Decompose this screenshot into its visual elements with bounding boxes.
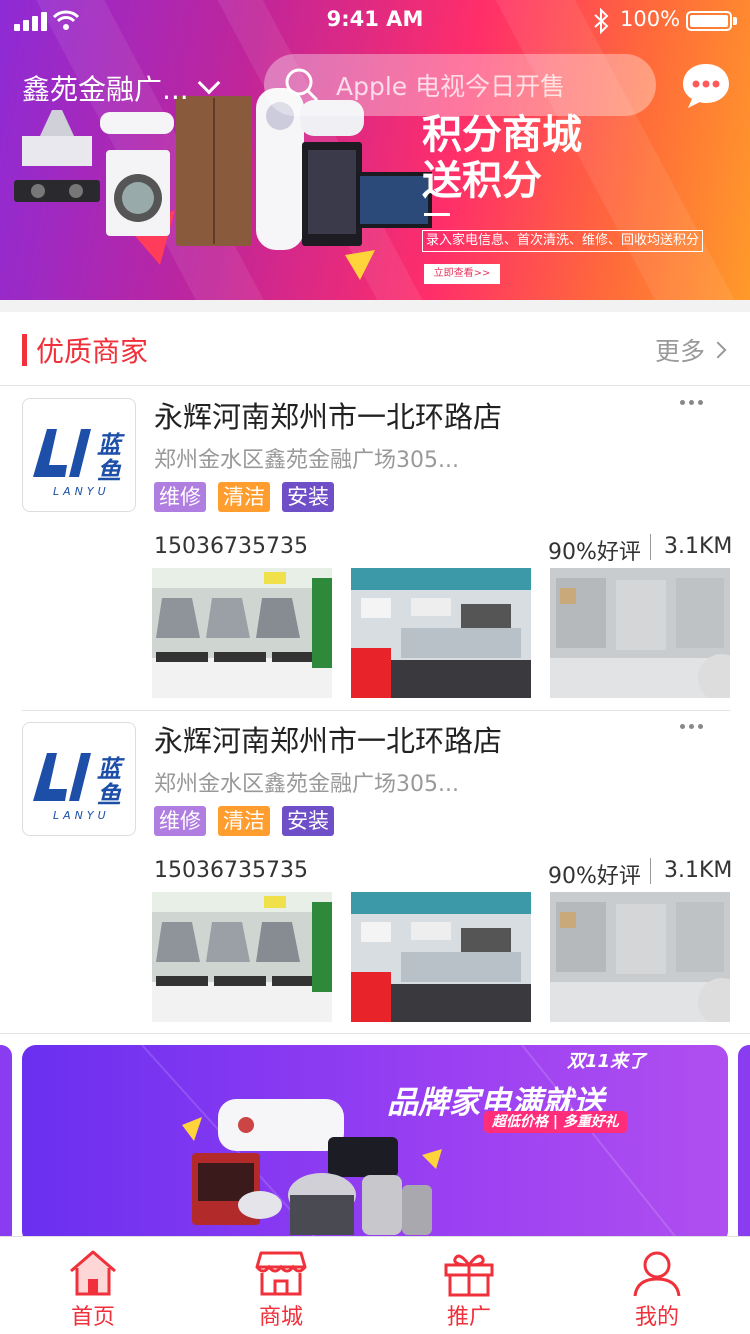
promo-kicker: 双11来了 xyxy=(567,1051,647,1072)
merchant-address: 郑州金水区鑫苑金融广场305... xyxy=(154,448,459,473)
hero-title: 积分商城 送积分 xyxy=(422,112,582,204)
store-photo-2[interactable] xyxy=(351,568,531,698)
merchant-logo: 蓝 鱼 LANYU xyxy=(22,398,136,512)
section-header: 优质商家 更多 xyxy=(0,312,750,386)
lanyu-logo-icon: 蓝 鱼 LANYU xyxy=(33,753,125,822)
store-photo-3[interactable] xyxy=(550,892,730,1022)
tab-home-label: 首页 xyxy=(70,1305,115,1330)
tab-mine[interactable]: 我的 xyxy=(607,1249,707,1331)
home-icon xyxy=(70,1250,116,1296)
chevron-down-icon xyxy=(197,71,221,95)
hero-divider xyxy=(424,213,450,216)
logo-char-2: 鱼 xyxy=(97,781,122,809)
bottom-tab-bar: 首页 商城 推广 我的 xyxy=(0,1236,750,1334)
tab-promote-label: 推广 xyxy=(446,1305,491,1330)
more-link[interactable]: 更多 xyxy=(655,332,705,368)
list-bottom-divider xyxy=(0,1033,750,1034)
tag-repair: 维修 xyxy=(154,482,206,512)
hero-title-line2: 送积分 xyxy=(422,158,542,204)
tab-store[interactable]: 商城 xyxy=(231,1249,331,1331)
lanyu-logo-icon: 蓝 鱼 LANYU xyxy=(33,429,125,498)
logo-char-2: 鱼 xyxy=(97,457,122,485)
user-icon xyxy=(633,1251,681,1297)
battery-cap xyxy=(733,17,737,25)
more-options-icon[interactable] xyxy=(680,400,703,405)
chevron-right-icon[interactable] xyxy=(709,341,727,359)
promo-pill: 超低价格 | 多重好礼 xyxy=(484,1111,627,1133)
merchant-card[interactable]: 蓝 鱼 LANYU 永辉河南郑州市一北环路店 郑州金水区鑫苑金融广场305...… xyxy=(0,386,750,710)
search-input[interactable]: Apple 电视今日开售 xyxy=(264,54,656,116)
card-divider xyxy=(22,710,730,711)
hero-title-line1: 积分商城 xyxy=(422,112,582,158)
hero-banner[interactable]: 9:41 AM 100% 鑫苑金融广... Apple 电视今日开售 积分商城 … xyxy=(0,0,750,300)
section-title: 优质商家 xyxy=(36,335,149,368)
tag-install: 安装 xyxy=(282,806,334,836)
gift-icon xyxy=(444,1254,494,1297)
store-photo-3[interactable] xyxy=(550,568,730,698)
tag-install: 安装 xyxy=(282,482,334,512)
logo-sub: LANYU xyxy=(53,809,110,822)
tab-mine-label: 我的 xyxy=(634,1305,679,1330)
search-placeholder: Apple 电视今日开售 xyxy=(336,72,566,101)
logo-sub: LANYU xyxy=(53,485,110,498)
service-tags: 维修 清洁 安装 xyxy=(154,806,334,836)
tab-home[interactable]: 首页 xyxy=(43,1249,143,1331)
message-icon[interactable] xyxy=(680,60,732,112)
tag-clean: 清洁 xyxy=(218,806,270,836)
battery-percent: 100% xyxy=(620,7,681,31)
store-photo-2[interactable] xyxy=(351,892,531,1022)
store-photo-1[interactable] xyxy=(152,568,332,698)
merchant-phone[interactable]: 15036735735 xyxy=(154,858,308,883)
merchant-rating: 90%好评 xyxy=(548,540,641,565)
merchant-distance: 3.1KM xyxy=(664,858,733,883)
tag-repair: 维修 xyxy=(154,806,206,836)
promo-illustration xyxy=(141,1045,683,1245)
merchant-card[interactable]: 蓝 鱼 LANYU 永辉河南郑州市一北环路店 郑州金水区鑫苑金融广场305...… xyxy=(0,710,750,1034)
section-gap xyxy=(0,300,750,312)
merchant-name[interactable]: 永辉河南郑州市一北环路店 xyxy=(154,718,502,760)
tab-store-label: 商城 xyxy=(258,1305,303,1330)
merchant-phone[interactable]: 15036735735 xyxy=(154,534,308,559)
section-accent-bar xyxy=(22,334,27,366)
location-selector[interactable]: 鑫苑金融广... xyxy=(22,68,221,108)
merchant-rating: 90%好评 xyxy=(548,864,641,889)
promo-prev-slide[interactable] xyxy=(0,1045,12,1245)
merchant-address: 郑州金水区鑫苑金融广场305... xyxy=(154,772,459,797)
location-label: 鑫苑金融广... xyxy=(22,73,189,106)
rating-separator xyxy=(650,534,651,560)
merchant-distance: 3.1KM xyxy=(664,534,733,559)
store-icon xyxy=(255,1251,307,1296)
merchant-logo: 蓝 鱼 LANYU xyxy=(22,722,136,836)
logo-char-1: 蓝 xyxy=(97,755,125,783)
merchant-name[interactable]: 永辉河南郑州市一北环路店 xyxy=(154,394,502,436)
hero-subtitle: 录入家电信息、首次清洗、维修、回收均送积分 xyxy=(422,230,704,252)
promo-banner[interactable]: 双11来了 品牌家电满就送 超低价格 | 多重好礼 xyxy=(22,1045,728,1245)
battery-icon xyxy=(686,11,732,31)
status-bar: 9:41 AM 100% xyxy=(0,0,750,40)
logo-char-1: 蓝 xyxy=(97,431,125,459)
tag-clean: 清洁 xyxy=(218,482,270,512)
more-options-icon[interactable] xyxy=(680,724,703,729)
store-photo-1[interactable] xyxy=(152,892,332,1022)
search-icon xyxy=(285,68,319,102)
bluetooth-icon xyxy=(594,8,609,34)
rating-separator xyxy=(650,858,651,884)
tab-promote[interactable]: 推广 xyxy=(419,1249,519,1331)
service-tags: 维修 清洁 安装 xyxy=(154,482,334,512)
promo-next-slide[interactable] xyxy=(738,1045,750,1245)
hero-cta-button[interactable]: 立即查看>> xyxy=(424,264,500,284)
